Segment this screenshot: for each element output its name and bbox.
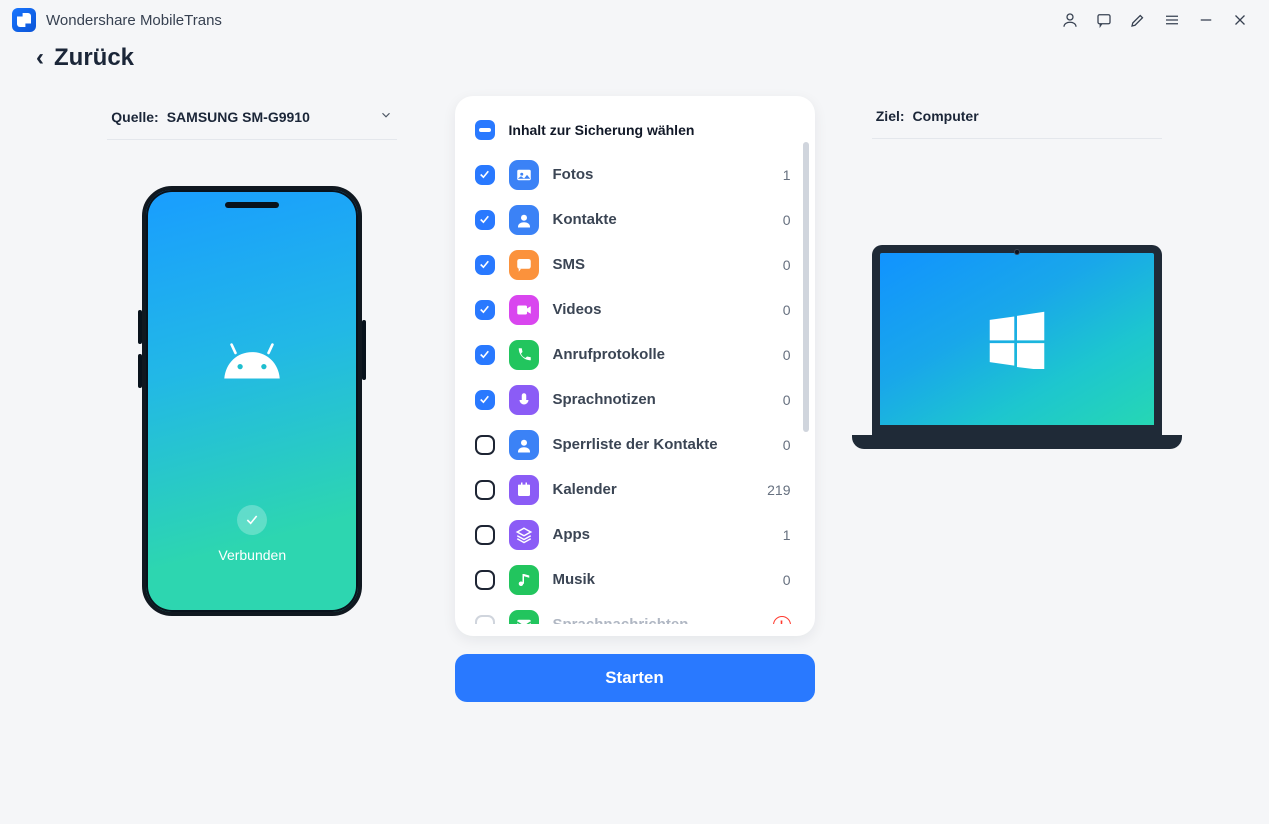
source-device: SAMSUNG SM-G9910 [167, 109, 310, 125]
row-label: Kalender [553, 481, 753, 498]
checkbox-apps[interactable] [475, 525, 495, 545]
content-row-fotos: Fotos 1 [475, 152, 795, 197]
app-logo-icon [12, 8, 36, 32]
target-device: Computer [913, 108, 979, 124]
content-row-anruf: Anrufprotokolle 0 [475, 332, 795, 377]
scrollbar[interactable] [803, 142, 809, 432]
phone-status: Verbunden [146, 547, 358, 563]
row-label: SMS [553, 256, 753, 273]
source-column: Quelle: SAMSUNG SM-G9910 Verbunden [60, 90, 445, 616]
row-count: 219 [767, 482, 795, 498]
check-circle-icon [237, 505, 267, 535]
error-icon: ! [773, 616, 791, 625]
window-close-button[interactable] [1223, 3, 1257, 37]
apps-icon [509, 520, 539, 550]
target-laptop-illustration [852, 245, 1182, 449]
select-all-checkbox[interactable] [475, 120, 495, 140]
content-row-kalender: Kalender 219 [475, 467, 795, 512]
content-row-sms: SMS 0 [475, 242, 795, 287]
content-row-musik: Musik 0 [475, 557, 795, 602]
start-button[interactable]: Starten [455, 654, 815, 702]
row-label: Musik [553, 571, 753, 588]
account-icon[interactable] [1053, 3, 1087, 37]
title-bar: Wondershare MobileTrans [0, 0, 1269, 40]
source-phone-illustration: Verbunden [142, 186, 362, 616]
sms-icon [509, 250, 539, 280]
contact-icon [509, 430, 539, 460]
back-label: Zurück [54, 44, 134, 72]
row-label: Videos [553, 301, 753, 318]
row-label: Sprachnachrichten [553, 616, 759, 624]
target-column: Ziel: Computer [825, 90, 1210, 449]
content-row-apps: Apps 1 [475, 512, 795, 557]
row-count: 0 [767, 347, 795, 363]
row-label: Kontakte [553, 211, 753, 228]
content-row-sprachnot: Sprachnotizen 0 [475, 377, 795, 422]
app-title: Wondershare MobileTrans [46, 12, 222, 29]
panel-header: Inhalt zur Sicherung wählen [509, 122, 695, 138]
row-label: Sperrliste der Kontakte [553, 436, 753, 453]
content-row-videos: Videos 0 [475, 287, 795, 332]
checkbox-sprachnot[interactable] [475, 390, 495, 410]
row-count: 0 [767, 212, 795, 228]
target-prefix: Ziel: [876, 108, 905, 124]
window-minimize-button[interactable] [1189, 3, 1223, 37]
cal-icon [509, 475, 539, 505]
content-row-sperrliste: Sperrliste der Kontakte 0 [475, 422, 795, 467]
checkbox-sms[interactable] [475, 255, 495, 275]
video-icon [509, 295, 539, 325]
checkbox-kalender[interactable] [475, 480, 495, 500]
edit-icon[interactable] [1121, 3, 1155, 37]
content-row-sprachnachr: Sprachnachrichten! [475, 602, 795, 624]
row-label: Apps [553, 526, 753, 543]
row-count: 1 [767, 167, 795, 183]
row-label: Sprachnotizen [553, 391, 753, 408]
feedback-icon[interactable] [1087, 3, 1121, 37]
checkbox-musik[interactable] [475, 570, 495, 590]
chevron-down-icon[interactable] [379, 108, 393, 125]
call-icon [509, 340, 539, 370]
content-column: Inhalt zur Sicherung wählen Fotos 1 Kontak… [445, 90, 825, 702]
source-selector[interactable]: Quelle: SAMSUNG SM-G9910 [107, 90, 397, 140]
row-count: 0 [767, 572, 795, 588]
checkbox-kontakte[interactable] [475, 210, 495, 230]
source-prefix: Quelle: [111, 109, 158, 125]
checkbox-sprachnachr [475, 615, 495, 625]
menu-icon[interactable] [1155, 3, 1189, 37]
chevron-left-icon: ‹ [36, 44, 44, 72]
row-count: 0 [767, 257, 795, 273]
row-label: Anrufprotokolle [553, 346, 753, 363]
content-row-kontakte: Kontakte 0 [475, 197, 795, 242]
mic-icon [509, 385, 539, 415]
checkbox-sperrliste[interactable] [475, 435, 495, 455]
voicemsg-icon [509, 610, 539, 625]
checkbox-fotos[interactable] [475, 165, 495, 185]
row-count: 0 [767, 302, 795, 318]
row-count: 0 [767, 437, 795, 453]
windows-icon [880, 253, 1154, 425]
music-icon [509, 565, 539, 595]
row-label: Fotos [553, 166, 753, 183]
checkbox-anruf[interactable] [475, 345, 495, 365]
checkbox-videos[interactable] [475, 300, 495, 320]
target-row: Ziel: Computer [872, 90, 1162, 139]
row-count: 1 [767, 527, 795, 543]
android-icon [219, 340, 285, 385]
contact-icon [509, 205, 539, 235]
photo-icon [509, 160, 539, 190]
back-button[interactable]: ‹ Zurück [0, 40, 1269, 90]
content-selection-card: Inhalt zur Sicherung wählen Fotos 1 Kontak… [455, 96, 815, 636]
row-count: 0 [767, 392, 795, 408]
